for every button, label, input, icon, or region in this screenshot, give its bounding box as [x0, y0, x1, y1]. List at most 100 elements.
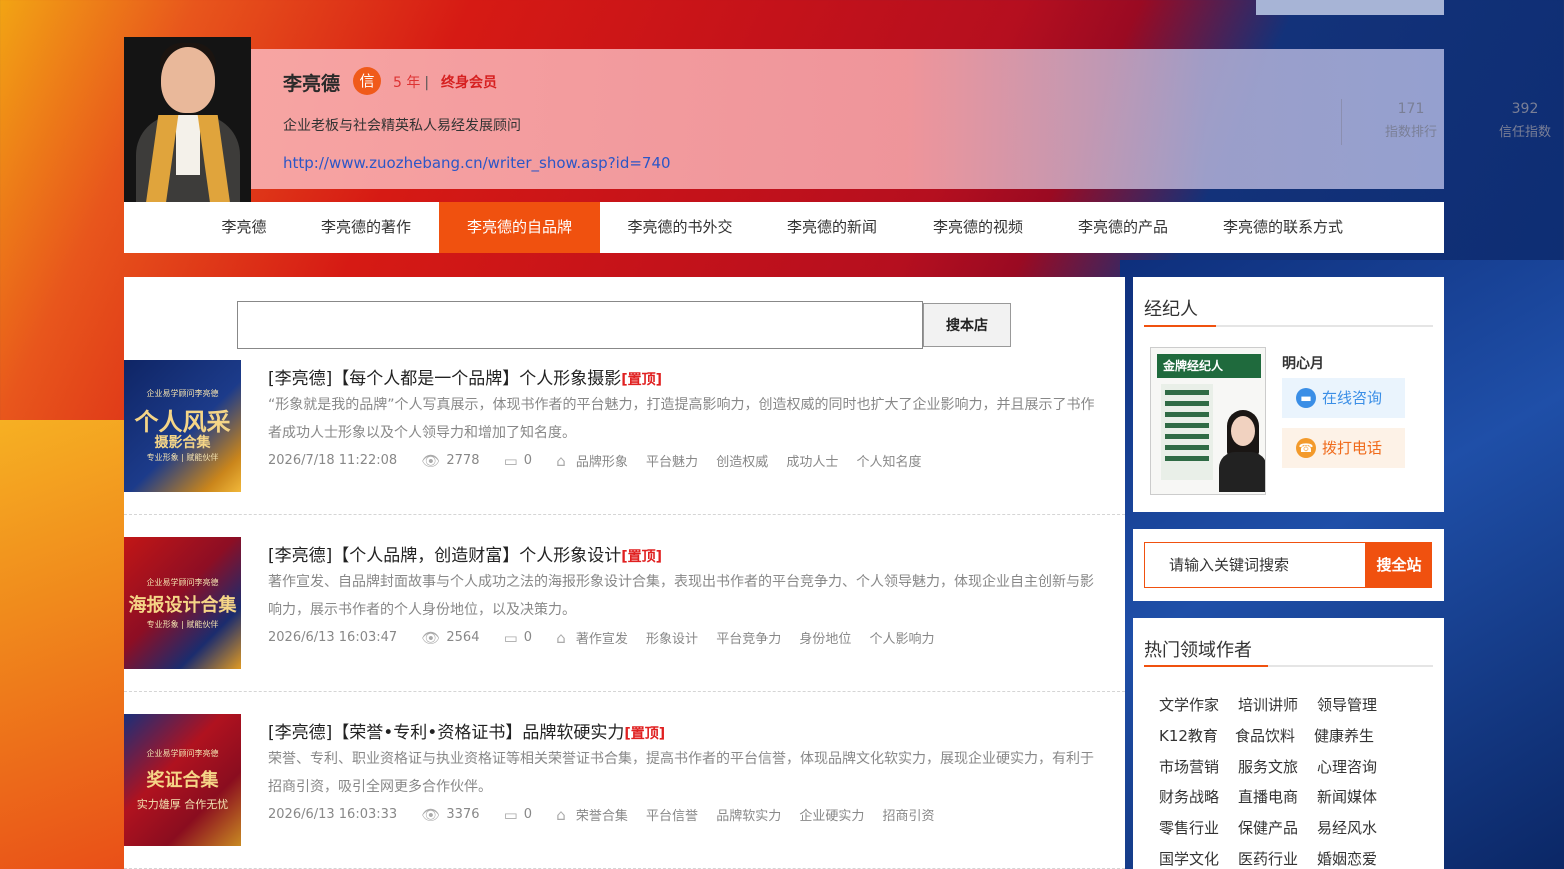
article-title-text[interactable]: [李亮德]【个人品牌，创造财富】个人形象设计	[268, 546, 621, 566]
article-tag[interactable]: 企业硬实力	[799, 805, 864, 824]
hot-authors-heading: 热门领域作者	[1144, 640, 1252, 661]
nav-item-contact[interactable]: 李亮德的联系方式	[1206, 202, 1360, 253]
thumb-caption: 企业易学顾问李亮德	[146, 749, 219, 758]
article-tag[interactable]: 创造权威	[716, 451, 768, 470]
article-tag[interactable]: 荣誉合集	[576, 805, 628, 824]
background-streak-gold	[0, 420, 130, 869]
main-content: 搜本店 企业易学顾问李亮德 个人风采 摄影合集 专业形象 | 赋能伙伴 [李亮德…	[124, 277, 1125, 869]
article-title[interactable]: [李亮德]【个人品牌，创造财富】个人形象设计[置顶]	[268, 541, 662, 566]
membership-years: 5 年 |	[393, 72, 429, 92]
nav-item-news[interactable]: 李亮德的新闻	[770, 202, 894, 253]
profile-url-link[interactable]: http://www.zuozhebang.cn/writer_show.asp…	[283, 154, 671, 172]
tag-icon: ⌂	[556, 451, 566, 470]
view-count: 2778	[446, 453, 480, 468]
category-link[interactable]: 领导管理	[1317, 694, 1377, 715]
years-text: 5 年	[393, 75, 421, 91]
call-label: 拨打电话	[1322, 439, 1383, 457]
nav-item-home[interactable]: 李亮德	[200, 202, 288, 253]
category-link[interactable]: 直播电商	[1238, 786, 1298, 807]
category-link[interactable]: 易经风水	[1317, 817, 1377, 838]
tag-icon: ⌂	[556, 628, 566, 647]
site-search-button[interactable]: 搜全站	[1366, 542, 1432, 588]
comment-icon: ▭	[503, 805, 518, 824]
tag-icon: ⌂	[556, 805, 566, 824]
article-thumbnail[interactable]: 企业易学顾问李亮德 海报设计合集 专业形象 | 赋能伙伴	[124, 537, 241, 669]
agent-card-image[interactable]: 金牌经纪人	[1150, 347, 1266, 495]
article-meta: 2026/7/18 11:22:08 👁 2778 ▭ 0 ⌂ 品牌形象 平台魅力 …	[268, 451, 936, 471]
article-date: 2026/7/18 11:22:08	[268, 453, 398, 468]
nav-item-products[interactable]: 李亮德的产品	[1061, 202, 1185, 253]
avatar[interactable]	[124, 37, 251, 202]
article-title[interactable]: [李亮德]【荣誉•专利•资格证书】品牌软硬实力[置顶]	[268, 718, 665, 743]
call-button[interactable]: ☎ 拨打电话	[1282, 428, 1405, 468]
article-tag[interactable]: 身份地位	[799, 628, 851, 647]
separator: |	[424, 75, 430, 91]
article-tag[interactable]: 品牌形象	[576, 451, 628, 470]
phone-icon: ☎	[1296, 438, 1316, 458]
profile-bio: 企业老板与社会精英私人易经发展顾问	[283, 118, 521, 134]
view-count: 2564	[446, 630, 480, 645]
chat-icon: ▬	[1296, 388, 1316, 408]
category-link[interactable]: 保健产品	[1238, 817, 1298, 838]
article-title[interactable]: [李亮德]【每个人都是一个品牌】个人形象摄影[置顶]	[268, 364, 662, 389]
eye-icon: 👁	[421, 451, 441, 470]
comment-count: 0	[523, 453, 533, 468]
thumb-subtitle: 摄影合集	[154, 435, 211, 451]
background-bar	[1256, 0, 1444, 15]
category-link[interactable]: 医药行业	[1238, 848, 1298, 869]
category-link[interactable]: 新闻媒体	[1317, 786, 1377, 807]
article-tag[interactable]: 品牌软实力	[716, 805, 781, 824]
category-link[interactable]: 市场营销	[1159, 756, 1219, 777]
consult-label: 在线咨询	[1322, 389, 1383, 407]
hot-authors-panel: 热门领域作者 文学作家 培训讲师 领导管理 K12教育 食品饮料 健康养生 市场…	[1133, 618, 1444, 869]
profile-header: 李亮德 信 5 年 | 终身会员 企业老板与社会精英私人易经发展顾问 http:/…	[124, 37, 1551, 202]
store-search-input[interactable]	[237, 301, 923, 349]
article-tag[interactable]: 个人影响力	[870, 628, 935, 647]
category-link[interactable]: 婚姻恋爱	[1317, 848, 1377, 869]
category-link[interactable]: K12教育	[1159, 725, 1218, 746]
article-tag[interactable]: 招商引资	[883, 805, 935, 824]
article-thumbnail[interactable]: 企业易学顾问李亮德 奖证合集 实力雄厚 合作无忧	[124, 714, 241, 846]
article-tag[interactable]: 形象设计	[646, 628, 698, 647]
article-title-text[interactable]: [李亮德]【每个人都是一个品牌】个人形象摄影	[268, 369, 621, 389]
stat-trust: 392 信任指数	[1475, 101, 1564, 140]
category-link[interactable]: 培训讲师	[1238, 694, 1298, 715]
thumb-tagline: 专业形象 | 赋能伙伴	[146, 453, 219, 462]
stat-label: 指数排行	[1384, 125, 1437, 140]
agent-name: 明心月	[1282, 356, 1324, 372]
article-tag[interactable]: 平台信誉	[646, 805, 698, 824]
category-link[interactable]: 财务战略	[1159, 786, 1219, 807]
site-search-input[interactable]: 请输入关键词搜索	[1144, 542, 1366, 588]
category-link[interactable]: 服务文旅	[1238, 756, 1298, 777]
article-item: 企业易学顾问李亮德 海报设计合集 专业形象 | 赋能伙伴 [李亮德]【个人品牌，…	[124, 537, 1125, 707]
category-link[interactable]: 心理咨询	[1317, 756, 1377, 777]
nav-item-book-diplomacy[interactable]: 李亮德的书外交	[612, 202, 748, 253]
category-link[interactable]: 食品饮料	[1235, 725, 1295, 746]
nav-item-videos[interactable]: 李亮德的视频	[916, 202, 1040, 253]
article-thumbnail[interactable]: 企业易学顾问李亮德 个人风采 摄影合集 专业形象 | 赋能伙伴	[124, 360, 241, 492]
stat-value: 392	[1511, 101, 1539, 117]
article-tag[interactable]: 个人知名度	[857, 451, 922, 470]
category-link[interactable]: 零售行业	[1159, 817, 1219, 838]
article-title-text[interactable]: [李亮德]【荣誉•专利•资格证书】品牌软硬实力	[268, 723, 624, 743]
online-consult-button[interactable]: ▬ 在线咨询	[1282, 378, 1405, 418]
category-link[interactable]: 文学作家	[1159, 694, 1219, 715]
store-search-button[interactable]: 搜本店	[923, 303, 1011, 347]
profile-name[interactable]: 李亮德	[283, 69, 340, 96]
main-nav: 李亮德 李亮德的著作 李亮德的自品牌 李亮德的书外交 李亮德的新闻 李亮德的视频…	[124, 202, 1444, 253]
article-tag[interactable]: 平台竞争力	[716, 628, 781, 647]
category-link[interactable]: 健康养生	[1314, 725, 1374, 746]
category-link[interactable]: 国学文化	[1159, 848, 1219, 869]
article-tag[interactable]: 成功人士	[786, 451, 838, 470]
article-tag[interactable]: 平台魅力	[646, 451, 698, 470]
nav-item-works[interactable]: 李亮德的著作	[300, 202, 432, 253]
trust-badge-icon: 信	[353, 67, 381, 95]
article-item: 企业易学顾问李亮德 个人风采 摄影合集 专业形象 | 赋能伙伴 [李亮德]【每个…	[124, 360, 1125, 530]
article-tag[interactable]: 著作宣发	[576, 628, 628, 647]
stat-label: 信任指数	[1498, 125, 1551, 140]
article-description: 著作宣发、自品牌封面故事与个人成功之法的海报形象设计合集，表现出书作者的平台竞争…	[268, 574, 1094, 618]
agent-panel: 经纪人 金牌经纪人 明心月 ▬ 在线咨询 ☎ 拨打电话	[1133, 277, 1444, 512]
article-meta: 2026/6/13 16:03:47 👁 2564 ▭ 0 ⌂ 著作宣发 形象设计 …	[268, 628, 949, 648]
thumb-caption: 企业易学顾问李亮德	[146, 578, 219, 587]
nav-item-self-brand[interactable]: 李亮德的自品牌	[439, 202, 600, 253]
